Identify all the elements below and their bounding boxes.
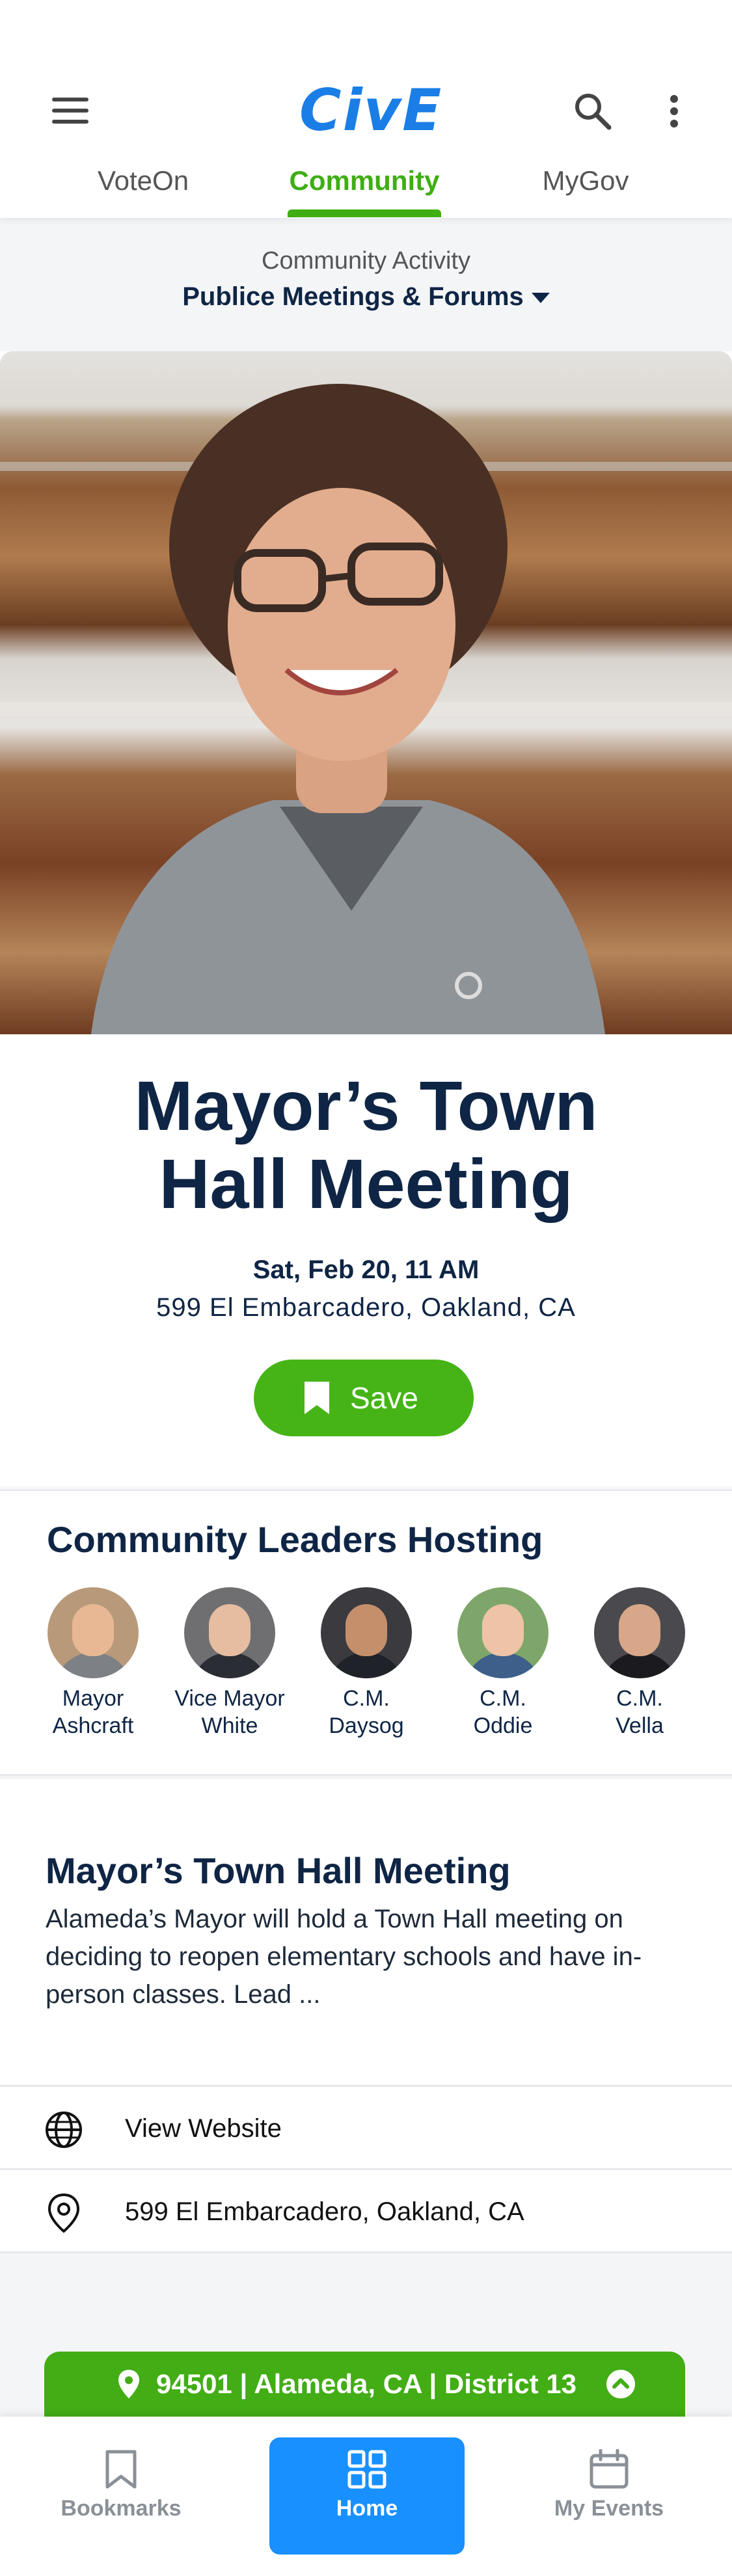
bottom-navigation: Bookmarks Home My Events — [0, 2417, 732, 2576]
location-pin-icon — [47, 2193, 80, 2233]
nav-home-label: Home — [336, 2496, 398, 2521]
activity-dropdown[interactable]: Publice Meetings & Forums — [182, 278, 550, 315]
description-title: Mayor’s Town Hall Meeting — [46, 1850, 511, 1891]
avatar — [457, 1587, 549, 1678]
activity-selected-value: Publice Meetings & Forums — [182, 282, 524, 311]
nav-my-events[interactable]: My Events — [511, 2437, 707, 2555]
location-label: 599 El Embarcadero, Oakland, CA — [125, 2197, 524, 2226]
calendar-icon — [590, 2449, 629, 2489]
event-description: Mayor’s Town Hall Meeting Alameda’s Mayo… — [0, 1779, 732, 2085]
leader-daysog[interactable]: C.M. Daysog — [298, 1587, 435, 1739]
menu-icon[interactable] — [52, 98, 88, 124]
location-bar[interactable]: 94501 | Alameda, CA | District 13 — [44, 2352, 685, 2417]
leader-oddie[interactable]: C.M. Oddie — [435, 1587, 571, 1739]
event-date: Sat, Feb 20, 11 AM — [252, 1255, 480, 1284]
save-button[interactable]: Save — [254, 1360, 474, 1436]
nav-home[interactable]: Home — [269, 2437, 465, 2555]
nav-my-events-label: My Events — [554, 2496, 664, 2521]
leader-ashcraft[interactable]: Mayor Ashcraft — [25, 1587, 161, 1739]
chevron-up-icon — [606, 2370, 635, 2398]
globe-icon — [46, 2112, 82, 2148]
caret-down-icon — [531, 293, 550, 304]
tab-voteon[interactable]: VoteOn — [78, 161, 208, 218]
grid-icon — [347, 2450, 386, 2489]
bookmark-icon — [305, 1382, 329, 1414]
app-header: CivE VoteOn Community MyGov — [0, 0, 732, 218]
activity-filter: Community Activity Publice Meetings & Fo… — [0, 244, 732, 315]
app-logo: CivE — [299, 77, 443, 144]
leaders-title: Community Leaders Hosting — [47, 1519, 543, 1560]
event-hero-image — [0, 351, 732, 1034]
location-bar-text: 94501 | Alameda, CA | District 13 — [156, 2368, 577, 2399]
leader-white[interactable]: Vice Mayor White — [161, 1587, 298, 1739]
nav-bookmarks-label: Bookmarks — [61, 2496, 182, 2521]
description-body: Alameda’s Mayor will hold a Town Hall me… — [46, 1905, 642, 2009]
nav-bookmarks[interactable]: Bookmarks — [23, 2437, 219, 2555]
avatar — [321, 1587, 412, 1678]
location-pin-icon — [118, 2370, 139, 2398]
activity-label: Community Activity — [262, 247, 470, 275]
view-website-row[interactable]: View Website — [0, 2085, 732, 2168]
avatar — [47, 1587, 139, 1678]
avatar — [184, 1587, 275, 1678]
bookmark-icon — [105, 2450, 137, 2489]
location-row[interactable]: 599 El Embarcadero, Oakland, CA — [0, 2168, 732, 2253]
save-label: Save — [350, 1381, 418, 1415]
event-address: 599 El Embarcadero, Oakland, CA — [156, 1293, 576, 1322]
search-icon[interactable] — [571, 90, 614, 133]
tab-mygov[interactable]: MyGov — [521, 161, 651, 218]
leader-vella[interactable]: C.M. Vella — [571, 1587, 708, 1739]
active-tab-indicator — [288, 209, 441, 217]
event-title: Mayor’s Town Hall Meeting — [134, 1066, 598, 1223]
avatar — [594, 1587, 685, 1678]
view-website-label: View Website — [125, 2114, 282, 2143]
leaders-section: Community Leaders Hosting Mayor Ashcraft … — [0, 1490, 732, 1776]
more-options-icon[interactable] — [661, 90, 687, 133]
